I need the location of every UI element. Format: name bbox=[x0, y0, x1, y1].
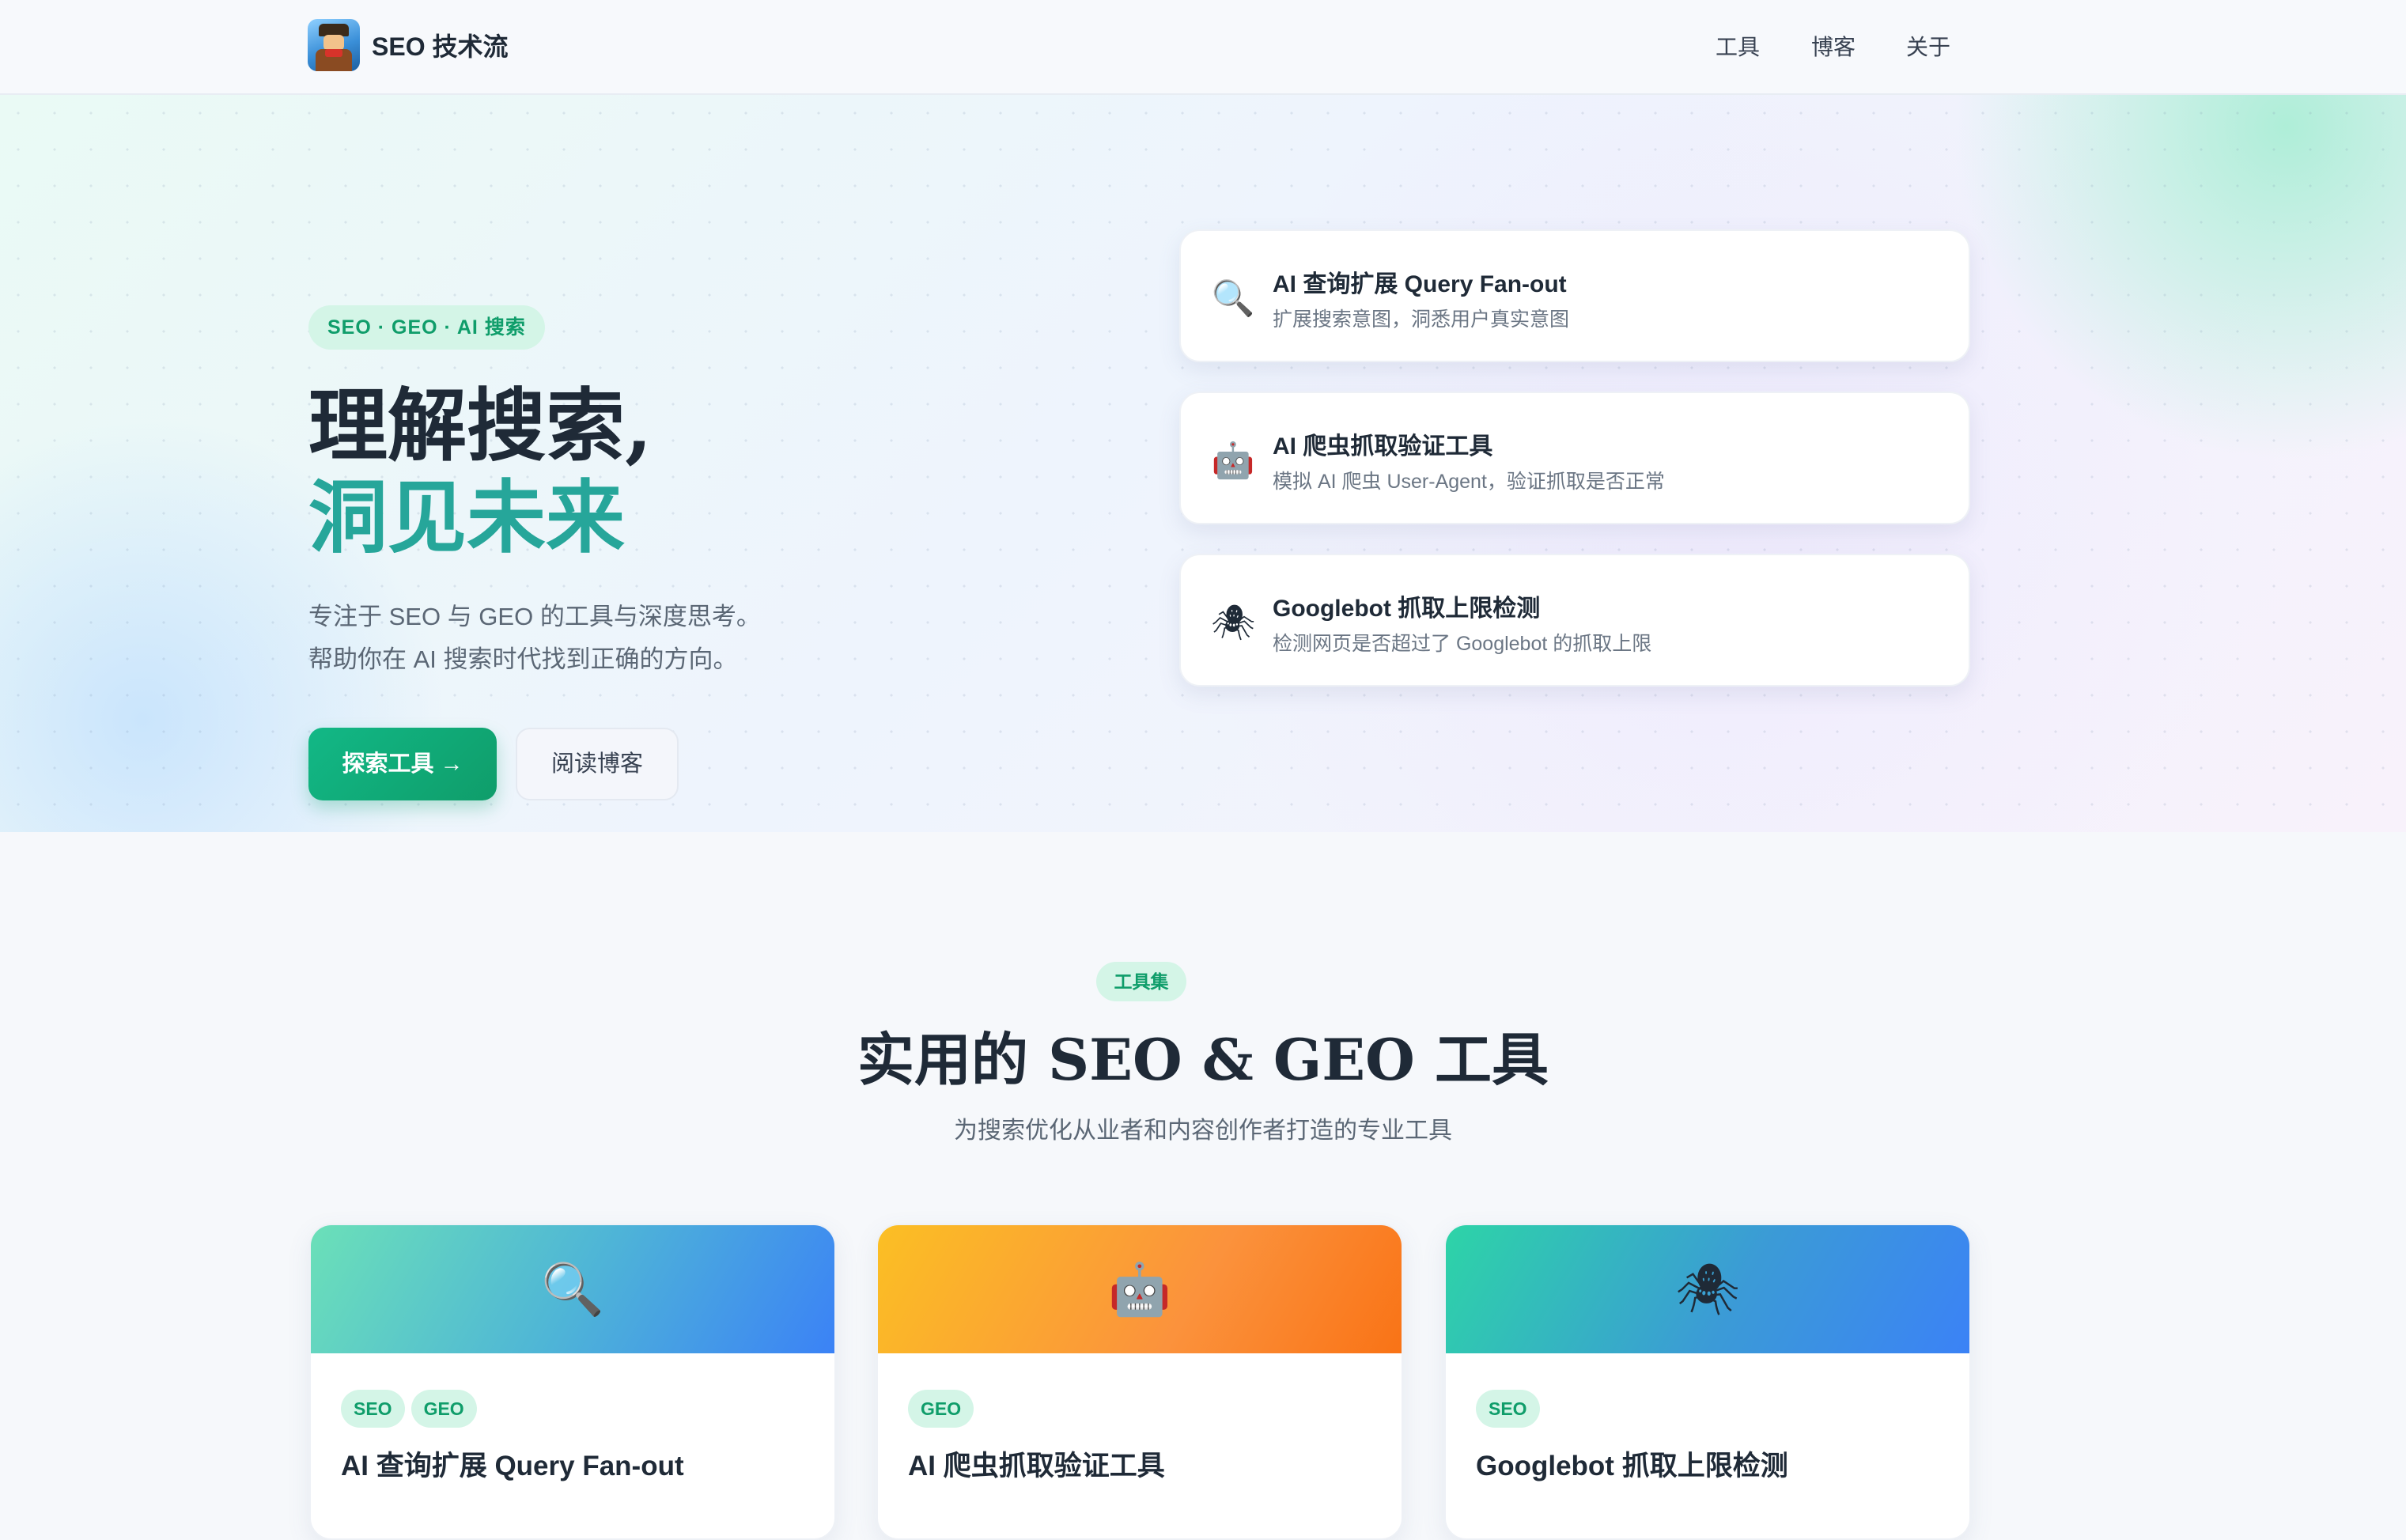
hero-headline-accent: 洞见未来 bbox=[308, 471, 625, 564]
tag-geo: GEO bbox=[410, 1390, 477, 1428]
feature-description: 扩展搜索意图，洞悉用户真实意图 bbox=[1273, 308, 1570, 331]
magnifier-icon: 🔍 bbox=[1211, 279, 1255, 318]
section-title: 实用的 SEO & GEO 工具 bbox=[857, 1026, 1549, 1093]
nav-item-blog[interactable]: 博客 bbox=[1811, 30, 1856, 62]
card-title: AI 爬虫抓取验证工具 bbox=[908, 1451, 1165, 1481]
hero-headline: 理解搜索, bbox=[308, 379, 653, 472]
tag-seo: SEO bbox=[341, 1390, 405, 1428]
tool-card-ai-crawler[interactable]: 🤖 GEO AI 爬虫抓取验证工具 bbox=[876, 1224, 1403, 1540]
tag-list: GEO bbox=[908, 1390, 980, 1428]
tag-list: SEO GEO bbox=[341, 1390, 483, 1428]
read-blog-button[interactable]: 阅读博客 bbox=[516, 728, 679, 800]
feature-card-ai-crawler[interactable]: 🤖 AI 爬虫抓取验证工具 模拟 AI 爬虫 User-Agent，验证抓取是否… bbox=[1179, 392, 1970, 524]
explore-tools-button[interactable]: 探索工具 → bbox=[308, 728, 497, 800]
feature-card-query-fanout[interactable]: 🔍 AI 查询扩展 Query Fan-out 扩展搜索意图，洞悉用户真实意图 bbox=[1179, 229, 1970, 362]
robot-icon: 🤖 bbox=[1211, 441, 1255, 480]
section-subtitle: 为搜索优化从业者和内容创作者打造的专业工具 bbox=[954, 1118, 1452, 1144]
site-brand[interactable]: SEO 技术流 bbox=[372, 27, 508, 63]
tool-card-googlebot-limit[interactable]: 🕷 SEO Googlebot 抓取上限检测 bbox=[1444, 1224, 1971, 1540]
feature-title: AI 查询扩展 Query Fan-out bbox=[1273, 271, 1567, 297]
feature-title: AI 爬虫抓取验证工具 bbox=[1273, 433, 1493, 460]
hero-subtitle: 帮助你在 AI 搜索时代找到正确的方向。 bbox=[308, 645, 738, 673]
card-title: Googlebot 抓取上限检测 bbox=[1476, 1451, 1788, 1481]
card-title: AI 查询扩展 Query Fan-out bbox=[341, 1451, 684, 1481]
feature-description: 模拟 AI 爬虫 User-Agent，验证抓取是否正常 bbox=[1273, 471, 1665, 493]
spider-icon: 🕷 bbox=[1211, 604, 1255, 642]
site-logo[interactable] bbox=[308, 19, 360, 71]
magnifier-icon: 🔍 bbox=[541, 1261, 604, 1318]
feature-title: Googlebot 抓取上限检测 bbox=[1273, 596, 1541, 622]
tool-card-query-fanout[interactable]: 🔍 SEO GEO AI 查询扩展 Query Fan-out bbox=[309, 1224, 836, 1540]
hero-section: SEO · GEO · AI 搜索 理解搜索, 洞见未来 专注于 SEO 与 G… bbox=[0, 95, 2406, 832]
nav-item-about[interactable]: 关于 bbox=[1906, 30, 1950, 62]
section-badge: 工具集 bbox=[1096, 962, 1186, 1001]
spider-icon: 🕷 bbox=[1675, 1261, 1740, 1318]
feature-description: 检测网页是否超过了 Googlebot 的抓取上限 bbox=[1273, 633, 1652, 655]
hero-subtitle: 专注于 SEO 与 GEO 的工具与深度思考。 bbox=[308, 603, 761, 630]
tag-geo: GEO bbox=[908, 1390, 974, 1428]
site-header: SEO 技术流 工具 博客 关于 bbox=[0, 0, 2406, 95]
nav-item-tools[interactable]: 工具 bbox=[1716, 30, 1760, 62]
tag-list: SEO bbox=[1476, 1390, 1546, 1428]
tag-seo: SEO bbox=[1476, 1390, 1540, 1428]
hero-badge: SEO · GEO · AI 搜索 bbox=[308, 305, 545, 350]
feature-card-googlebot-limit[interactable]: 🕷 Googlebot 抓取上限检测 检测网页是否超过了 Googlebot 的… bbox=[1179, 554, 1970, 687]
robot-icon: 🤖 bbox=[1108, 1261, 1171, 1318]
